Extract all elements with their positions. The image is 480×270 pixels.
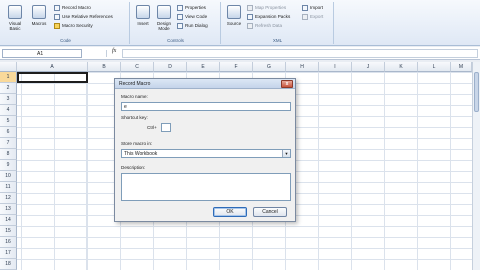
shortcut-key-input[interactable] bbox=[161, 123, 171, 132]
ribbon: Visual Basic Macros Record Macro Use Rel… bbox=[0, 0, 480, 46]
column-header[interactable]: A bbox=[17, 62, 88, 72]
chevron-down-icon[interactable]: ▼ bbox=[282, 150, 290, 157]
xml-group: Source Map Properties Expansion Packs Re… bbox=[222, 2, 334, 44]
visual-basic-icon bbox=[8, 5, 22, 19]
row-header[interactable]: 5 bbox=[0, 116, 17, 127]
macro-name-input[interactable]: e bbox=[121, 102, 291, 111]
row-header[interactable]: 3 bbox=[0, 94, 17, 105]
column-header[interactable]: B bbox=[88, 62, 121, 72]
store-macro-select[interactable]: This Workbook ▼ bbox=[121, 149, 291, 158]
macro-name-label: Macro name: bbox=[121, 94, 148, 99]
macros-icon bbox=[32, 5, 46, 19]
row-header[interactable]: 6 bbox=[0, 127, 17, 138]
row-header[interactable]: 17 bbox=[0, 248, 17, 259]
run-dialog-icon bbox=[177, 22, 183, 29]
column-a-cells bbox=[17, 72, 87, 270]
properties-button[interactable]: Properties bbox=[177, 4, 206, 12]
row-header[interactable]: 9 bbox=[0, 160, 17, 171]
export-icon bbox=[302, 13, 308, 20]
description-label: Description: bbox=[121, 165, 146, 170]
column-header[interactable]: J bbox=[352, 62, 385, 72]
column-header[interactable]: H bbox=[286, 62, 319, 72]
controls-group: Insert Design Mode Properties View Code … bbox=[131, 2, 221, 44]
scrollbar-thumb[interactable] bbox=[474, 72, 479, 112]
row-header[interactable]: 14 bbox=[0, 215, 17, 226]
row-header[interactable]: 13 bbox=[0, 204, 17, 215]
map-properties-button[interactable]: Map Properties bbox=[247, 4, 286, 12]
row-header[interactable]: 18 bbox=[0, 259, 17, 270]
row-header[interactable]: 4 bbox=[0, 105, 17, 116]
expansion-packs-icon bbox=[247, 13, 253, 20]
column-header[interactable]: D bbox=[154, 62, 187, 72]
view-code-button[interactable]: View Code bbox=[177, 13, 207, 21]
refresh-icon bbox=[247, 22, 253, 29]
run-dialog-button[interactable]: Run Dialog bbox=[177, 22, 208, 30]
view-code-icon bbox=[177, 13, 183, 20]
formula-bar: A1 fx bbox=[0, 47, 480, 60]
relative-references-icon bbox=[54, 13, 60, 20]
ok-button[interactable]: OK bbox=[213, 207, 247, 217]
use-relative-references-button[interactable]: Use Relative References bbox=[54, 13, 113, 21]
macro-security-button[interactable]: Macro Security bbox=[54, 22, 93, 30]
selected-cell-a1[interactable] bbox=[17, 72, 88, 83]
record-macro-dialog: Record Macro x Macro name: e Shortcut ke… bbox=[114, 78, 296, 222]
column-header[interactable]: M bbox=[451, 62, 472, 72]
warning-icon bbox=[54, 22, 60, 29]
dialog-title: Record Macro bbox=[115, 79, 295, 89]
select-all-corner[interactable] bbox=[0, 62, 17, 72]
formula-separator bbox=[106, 50, 107, 57]
row-header[interactable]: 11 bbox=[0, 182, 17, 193]
macros-button[interactable]: Macros bbox=[28, 4, 50, 34]
vertical-scrollbar[interactable] bbox=[472, 62, 480, 270]
xml-group-title: XML bbox=[272, 38, 283, 43]
record-macro-icon bbox=[54, 4, 60, 11]
cancel-button[interactable]: Cancel bbox=[253, 207, 287, 217]
import-icon bbox=[302, 4, 308, 11]
map-properties-icon bbox=[247, 4, 253, 11]
column-header[interactable]: K bbox=[385, 62, 418, 72]
description-textarea[interactable] bbox=[121, 173, 291, 201]
row-header[interactable]: 7 bbox=[0, 138, 17, 149]
name-box[interactable]: A1 bbox=[2, 49, 82, 58]
column-header[interactable]: E bbox=[187, 62, 220, 72]
insert-function-icon[interactable]: fx bbox=[112, 48, 116, 54]
record-macro-button[interactable]: Record Macro bbox=[54, 4, 91, 12]
design-mode-button[interactable]: Design Mode bbox=[153, 4, 175, 34]
row-header[interactable]: 8 bbox=[0, 149, 17, 160]
refresh-data-button[interactable]: Refresh Data bbox=[247, 22, 282, 30]
export-button[interactable]: Export bbox=[302, 13, 323, 21]
store-macro-label: Store macro in: bbox=[121, 141, 153, 146]
column-header[interactable]: F bbox=[220, 62, 253, 72]
properties-icon bbox=[177, 4, 183, 11]
source-button[interactable]: Source bbox=[223, 4, 245, 34]
insert-button[interactable]: Insert bbox=[132, 4, 154, 34]
row-header[interactable]: 2 bbox=[0, 83, 17, 94]
formula-input[interactable] bbox=[122, 49, 478, 58]
store-macro-value: This Workbook bbox=[124, 151, 158, 157]
controls-group-title: Controls bbox=[167, 38, 184, 43]
column-header[interactable]: L bbox=[418, 62, 451, 72]
code-group: Visual Basic Macros Record Macro Use Rel… bbox=[2, 2, 130, 44]
row-header[interactable]: 1 bbox=[0, 72, 17, 83]
column-header[interactable]: C bbox=[121, 62, 154, 72]
column-header[interactable]: G bbox=[253, 62, 286, 72]
close-icon[interactable]: x bbox=[281, 80, 293, 88]
column-header[interactable]: I bbox=[319, 62, 352, 72]
visual-basic-button[interactable]: Visual Basic bbox=[4, 4, 26, 34]
import-button[interactable]: Import bbox=[302, 4, 323, 12]
row-header[interactable]: 15 bbox=[0, 226, 17, 237]
code-group-title: Code bbox=[60, 38, 71, 43]
design-mode-icon bbox=[157, 5, 171, 19]
shortcut-key-label: Shortcut key: bbox=[121, 115, 148, 120]
row-header[interactable]: 16 bbox=[0, 237, 17, 248]
insert-controls-icon bbox=[136, 5, 150, 19]
expansion-packs-button[interactable]: Expansion Packs bbox=[247, 13, 290, 21]
ctrl-label: Ctrl+ bbox=[147, 125, 157, 130]
row-header[interactable]: 12 bbox=[0, 193, 17, 204]
row-header[interactable]: 10 bbox=[0, 171, 17, 182]
source-icon bbox=[227, 5, 241, 19]
